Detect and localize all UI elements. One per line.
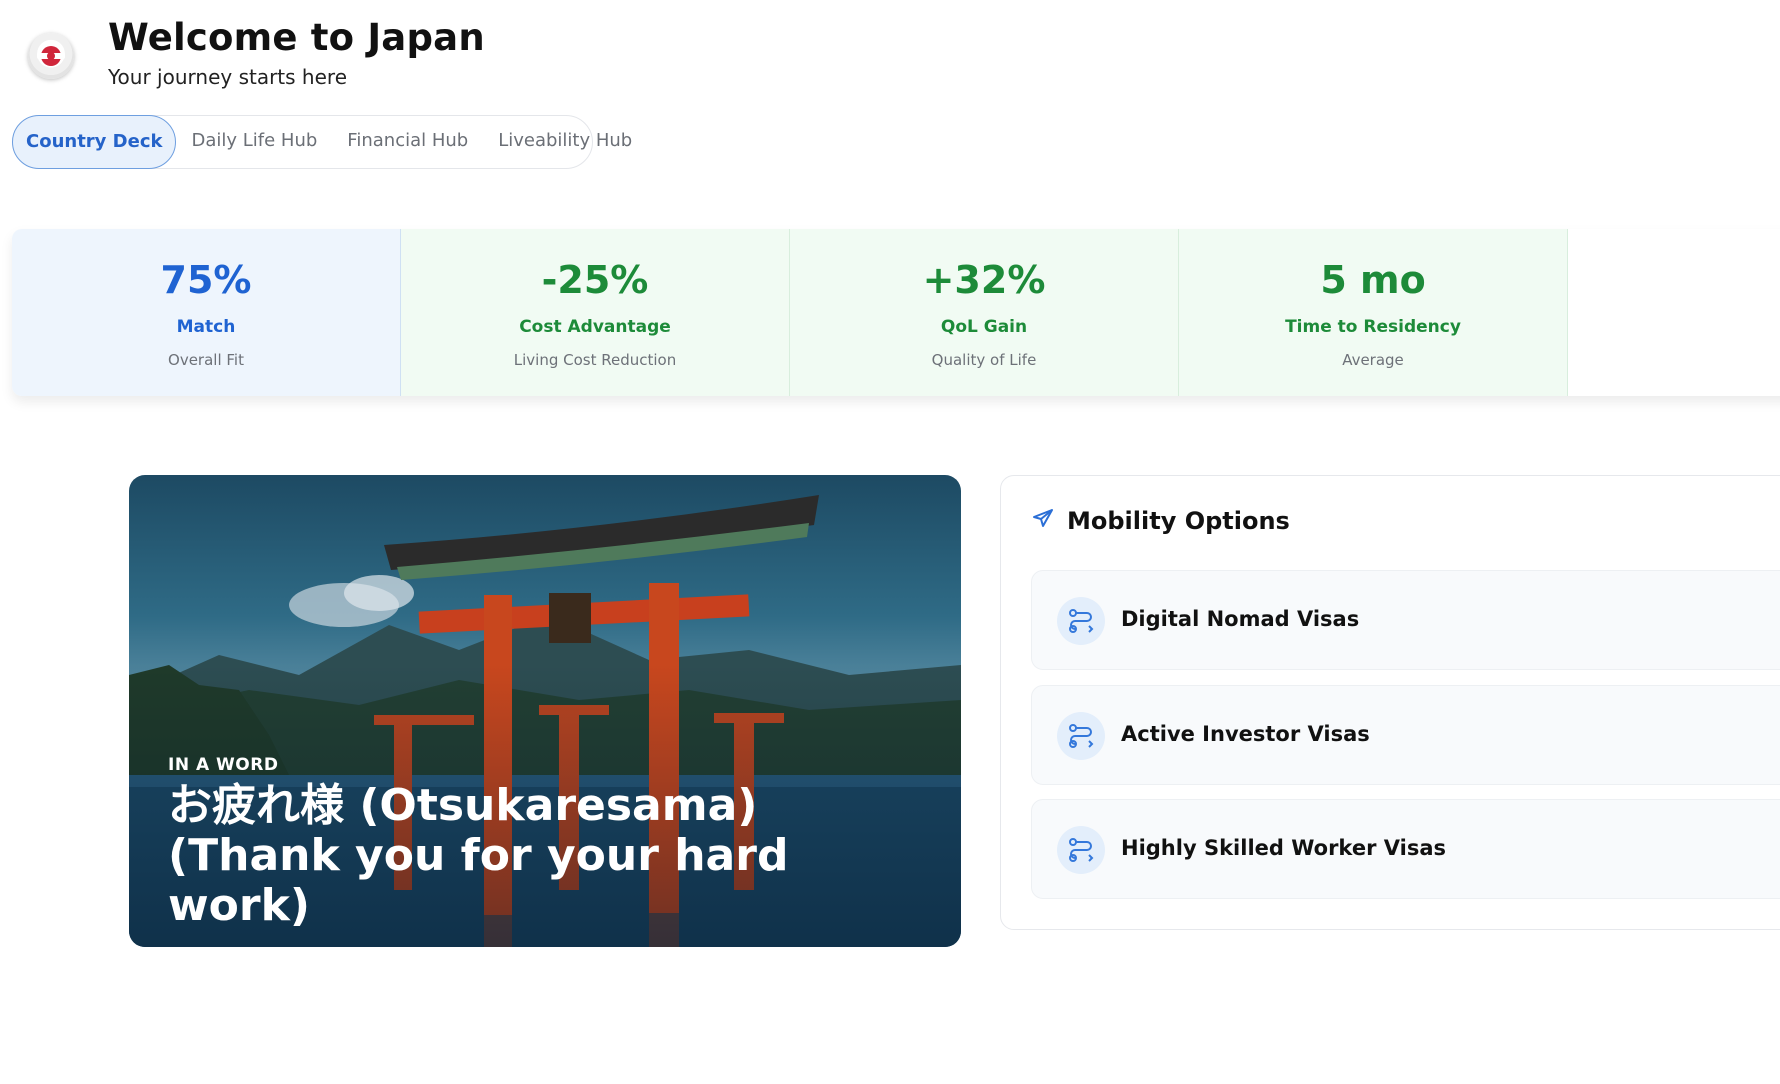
stat-subtext: Quality of Life (931, 351, 1037, 369)
tab-liveability-hub[interactable]: Liveability Hub (483, 115, 647, 169)
japan-flag-icon (28, 33, 74, 79)
tab-financial-hub[interactable]: Financial Hub (332, 115, 483, 169)
mobility-item-label: Highly Skilled Worker Visas (1121, 836, 1446, 860)
stat-label: Time to Residency (1285, 317, 1461, 337)
page-subtitle: Your journey starts here (108, 65, 347, 89)
stat-subtext: Average (1342, 351, 1404, 369)
stat-label: Match (176, 317, 236, 337)
mobility-options-card: Mobility Options Digital Nomad Visas Act… (1000, 475, 1780, 930)
stat-label: QoL Gain (940, 317, 1028, 337)
stat-value: -25% (541, 258, 649, 302)
plane-icon (1031, 507, 1055, 535)
route-icon (1057, 597, 1105, 645)
stat-card-cost-advantage: -25% Cost Advantage Living Cost Reductio… (401, 229, 790, 396)
route-icon (1057, 826, 1105, 874)
mobility-item-label: Active Investor Visas (1121, 722, 1370, 746)
hero-kicker: IN A WORD (168, 755, 279, 775)
tab-country-deck[interactable]: Country Deck (12, 115, 177, 169)
mobility-item-highly-skilled-worker[interactable]: Highly Skilled Worker Visas (1031, 799, 1780, 899)
mobility-item-active-investor[interactable]: Active Investor Visas (1031, 685, 1780, 785)
hub-tabs: Country Deck Daily Life Hub Financial Hu… (12, 115, 632, 169)
stat-value: 75% (160, 258, 252, 302)
stat-value: +32% (922, 258, 1046, 302)
hero-phrase: お疲れ様 (Otsukaresama) (Thank you for your … (168, 780, 789, 931)
hero-card: IN A WORD お疲れ様 (Otsukaresama) (Thank you… (129, 475, 961, 947)
mobility-item-label: Digital Nomad Visas (1121, 607, 1360, 631)
stat-subtext: Living Cost Reduction (513, 351, 677, 369)
stat-subtext: Overall Fit (168, 351, 244, 369)
stat-card-match: 75% Match Overall Fit (12, 229, 401, 396)
stat-label: Cost Advantage (519, 317, 671, 337)
mobility-item-digital-nomad[interactable]: Digital Nomad Visas (1031, 570, 1780, 670)
page-title: Welcome to Japan (108, 16, 485, 59)
stat-value: 5 mo (1320, 258, 1426, 302)
mobility-title: Mobility Options (1067, 507, 1290, 535)
tab-daily-life-hub[interactable]: Daily Life Hub (176, 115, 332, 169)
mobility-header: Mobility Options (1031, 507, 1290, 535)
route-icon (1057, 712, 1105, 760)
stats-row: 75% Match Overall Fit -25% Cost Advantag… (12, 229, 1780, 396)
stat-card-qol-gain: +32% QoL Gain Quality of Life (790, 229, 1179, 396)
stat-card-time-to-residency: 5 mo Time to Residency Average (1179, 229, 1568, 396)
